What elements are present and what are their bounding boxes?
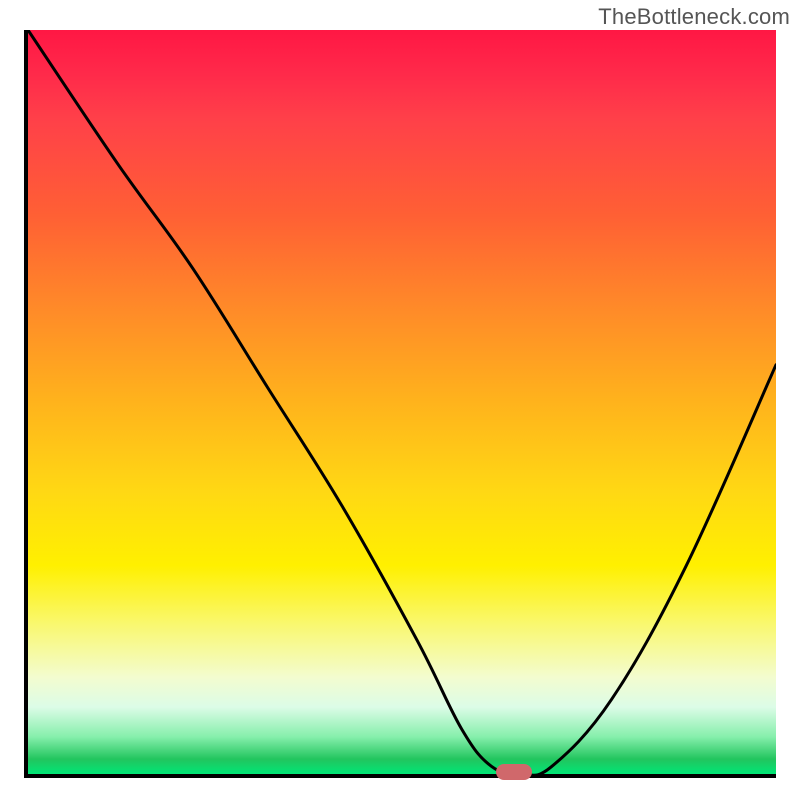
chart-container: TheBottleneck.com <box>0 0 800 800</box>
watermark-text: TheBottleneck.com <box>598 4 790 30</box>
chart-frame <box>24 30 776 778</box>
bottleneck-curve-line <box>28 30 776 774</box>
optimum-marker <box>496 764 532 780</box>
